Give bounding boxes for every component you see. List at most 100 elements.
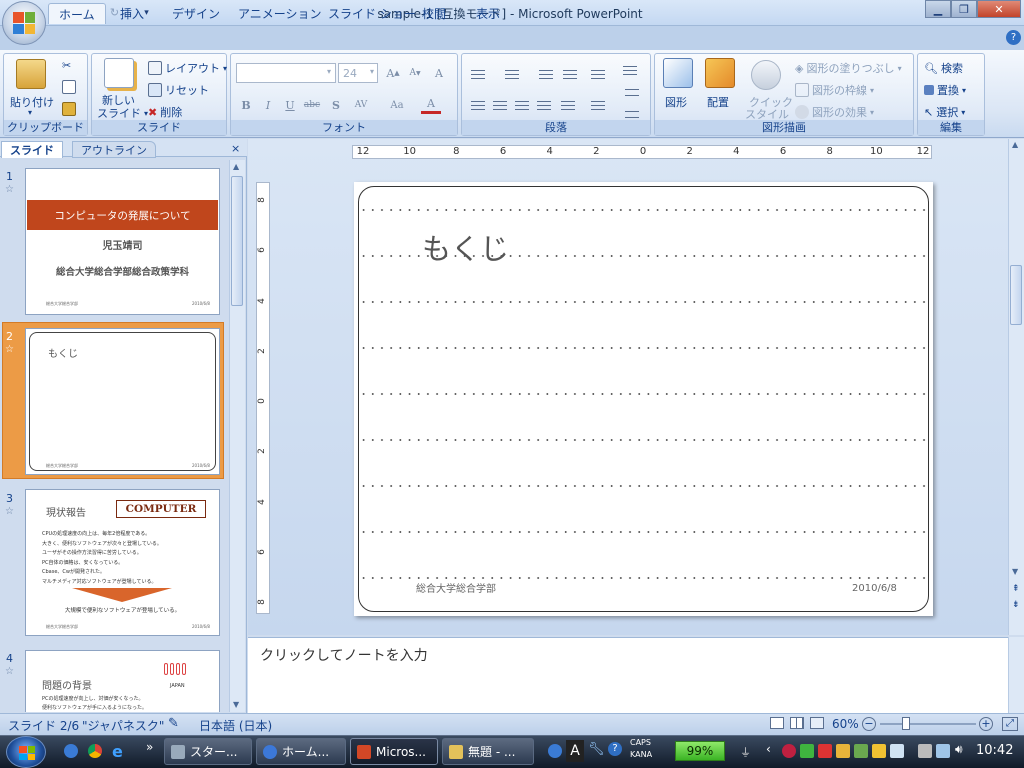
language-status[interactable]: 日本語 (日本) xyxy=(199,717,272,734)
slide-vertical-scrollbar[interactable]: ▲ ▼ ⇞ ⇟ xyxy=(1008,139,1024,635)
tray-display-icon[interactable] xyxy=(936,744,950,758)
distribute-icon[interactable] xyxy=(558,97,578,113)
align-text-icon[interactable] xyxy=(622,84,642,100)
slide-pane-scrollbar[interactable]: ▲ ▼ xyxy=(229,160,245,712)
numbering-icon[interactable] xyxy=(502,66,522,82)
scroll-down-icon[interactable]: ▼ xyxy=(1012,567,1018,576)
ime-mode-icon[interactable]: A xyxy=(566,740,584,762)
taskbar-button-home[interactable]: ホーム... xyxy=(256,738,346,765)
reset-button[interactable]: リセット xyxy=(148,82,209,98)
power-plug-icon[interactable]: ⏚ xyxy=(740,744,751,760)
zoom-in-icon[interactable]: + xyxy=(979,717,993,731)
previous-slide-icon[interactable]: ⇞ xyxy=(1012,585,1020,594)
strikethrough-button[interactable]: abc xyxy=(302,96,322,114)
shrink-font-button[interactable]: A ▼ xyxy=(405,64,425,82)
tab-insert[interactable]: 挿入 xyxy=(110,3,154,24)
layout-button[interactable]: レイアウト ▾ xyxy=(148,60,227,76)
shapes-button[interactable]: 図形 xyxy=(665,94,687,110)
find-button[interactable]: 🔍︎ 検索 xyxy=(924,60,963,76)
shape-effects-button[interactable]: 図形の効果 ▾ xyxy=(795,104,874,120)
tray-expand-icon[interactable]: ‹ xyxy=(766,742,771,756)
minimize-button[interactable]: ▁ xyxy=(925,0,951,18)
ie-icon[interactable]: e xyxy=(112,742,123,761)
taskbar-button-powerpoint[interactable]: Micros... xyxy=(350,738,438,765)
replace-button[interactable]: 置換 ▾ xyxy=(924,82,966,98)
slide-thumbnail-4[interactable]: 問題の背景 JAPAN PCの処理速度が向上し、対価が安くなった。 便利なソフト… xyxy=(25,650,220,712)
zoom-out-icon[interactable]: − xyxy=(862,717,876,731)
tab-slideshow[interactable]: スライド ショー xyxy=(318,3,426,24)
font-family-select[interactable]: ▾ xyxy=(236,63,336,83)
scrollbar-thumb[interactable] xyxy=(1010,265,1022,325)
clear-format-icon[interactable]: A xyxy=(429,64,449,82)
slide-thumbnail-2[interactable]: もくじ 総合大学総合学部 2010/6/8 xyxy=(25,328,220,475)
change-case-button[interactable]: Aa xyxy=(387,96,407,114)
slideshow-view-icon[interactable] xyxy=(810,717,824,729)
tab-design[interactable]: デザイン xyxy=(162,3,230,24)
pane-close-icon[interactable]: × xyxy=(231,142,240,155)
taskbar-button-start[interactable]: スター... xyxy=(164,738,252,765)
tab-outline[interactable]: アウトライン xyxy=(72,141,156,158)
tab-slides[interactable]: スライド xyxy=(1,141,63,158)
bold-button[interactable]: B xyxy=(236,96,256,114)
slide-thumbnail-1[interactable]: コンピュータの発展について 児玉靖司 総合大学総合学部総合政策学科 総合大学総合… xyxy=(25,168,220,315)
zoom-level[interactable]: 60% xyxy=(832,717,859,731)
tray-shield-icon[interactable] xyxy=(800,744,814,758)
help-icon[interactable]: ? xyxy=(1006,30,1021,45)
taskbar-button-notepad[interactable]: 無題 - ... xyxy=(442,738,534,765)
align-right-icon[interactable] xyxy=(512,97,532,113)
maximize-button[interactable]: ❐ xyxy=(951,0,977,18)
slide-title[interactable]: もくじ xyxy=(422,226,509,268)
format-painter-icon[interactable] xyxy=(62,102,76,116)
scrollbar-thumb[interactable] xyxy=(231,176,243,306)
notes-placeholder[interactable]: クリックしてノートを入力 xyxy=(260,645,428,665)
align-center-icon[interactable] xyxy=(490,97,510,113)
text-direction-icon[interactable] xyxy=(620,62,640,78)
justify-icon[interactable] xyxy=(534,97,554,113)
chrome-icon[interactable] xyxy=(88,744,102,758)
tray-ime-icon[interactable] xyxy=(548,744,562,758)
ime-tools-icon[interactable]: 🔧︎ xyxy=(588,742,605,757)
battery-meter[interactable]: 99% xyxy=(675,741,725,761)
clock[interactable]: 10:42 xyxy=(976,743,1013,758)
tray-sync-icon[interactable] xyxy=(854,744,868,758)
zoom-slider-thumb[interactable] xyxy=(902,717,910,730)
quicklaunch-more-icon[interactable]: » xyxy=(146,740,153,754)
underline-button[interactable]: U xyxy=(280,96,300,114)
tray-app-icon[interactable] xyxy=(818,744,832,758)
scroll-up-icon[interactable]: ▲ xyxy=(233,162,239,171)
close-button[interactable]: ✕ xyxy=(977,0,1021,18)
notes-scrollbar[interactable] xyxy=(1008,637,1024,713)
volume-icon[interactable]: 🔊︎ xyxy=(955,742,963,757)
bullets-icon[interactable] xyxy=(468,66,488,82)
tab-view[interactable]: 表示 xyxy=(466,3,510,24)
main-slide[interactable]: もくじ 総合大学総合学部 2010/6/8 xyxy=(354,182,933,616)
delete-button[interactable]: ✖ 削除 xyxy=(148,104,182,120)
scroll-up-icon[interactable]: ▲ xyxy=(1012,140,1018,149)
next-slide-icon[interactable]: ⇟ xyxy=(1012,601,1020,610)
tray-security-icon[interactable] xyxy=(782,744,796,758)
increase-indent-icon[interactable] xyxy=(560,66,580,82)
tab-review[interactable]: 校閲 xyxy=(412,3,456,24)
shadow-button[interactable]: S xyxy=(326,96,346,114)
slide-thumbnail-3[interactable]: 現状報告 COMPUTER CPUの処理速度の向上は、毎年2倍程度である。 大き… xyxy=(25,489,220,636)
scroll-down-icon[interactable]: ▼ xyxy=(233,700,239,709)
align-left-icon[interactable] xyxy=(468,97,488,113)
tab-home[interactable]: ホーム xyxy=(48,3,106,24)
fit-to-window-icon[interactable]: ⤢ xyxy=(1002,717,1018,731)
line-spacing-icon[interactable] xyxy=(588,66,608,82)
columns-icon[interactable] xyxy=(588,97,608,113)
slide-footer[interactable]: 総合大学総合学部 xyxy=(416,580,496,595)
grow-font-button[interactable]: A ▲ xyxy=(383,64,403,82)
select-button[interactable]: ↖ 選択 ▾ xyxy=(924,104,965,120)
slide-date[interactable]: 2010/6/8 xyxy=(852,583,897,594)
ime-help-icon[interactable]: ? xyxy=(608,742,622,756)
cut-icon[interactable]: ✂ xyxy=(62,59,71,72)
font-color-button[interactable]: A xyxy=(421,96,441,114)
normal-view-icon[interactable] xyxy=(770,717,784,729)
new-slide-button[interactable]: スライド ▾ xyxy=(97,105,148,121)
notes-pane[interactable]: クリックしてノートを入力 xyxy=(248,637,1008,713)
tray-alert-icon[interactable] xyxy=(872,744,886,758)
tray-update-icon[interactable] xyxy=(836,744,850,758)
tray-network-icon[interactable] xyxy=(918,744,932,758)
copy-icon[interactable] xyxy=(62,80,76,94)
